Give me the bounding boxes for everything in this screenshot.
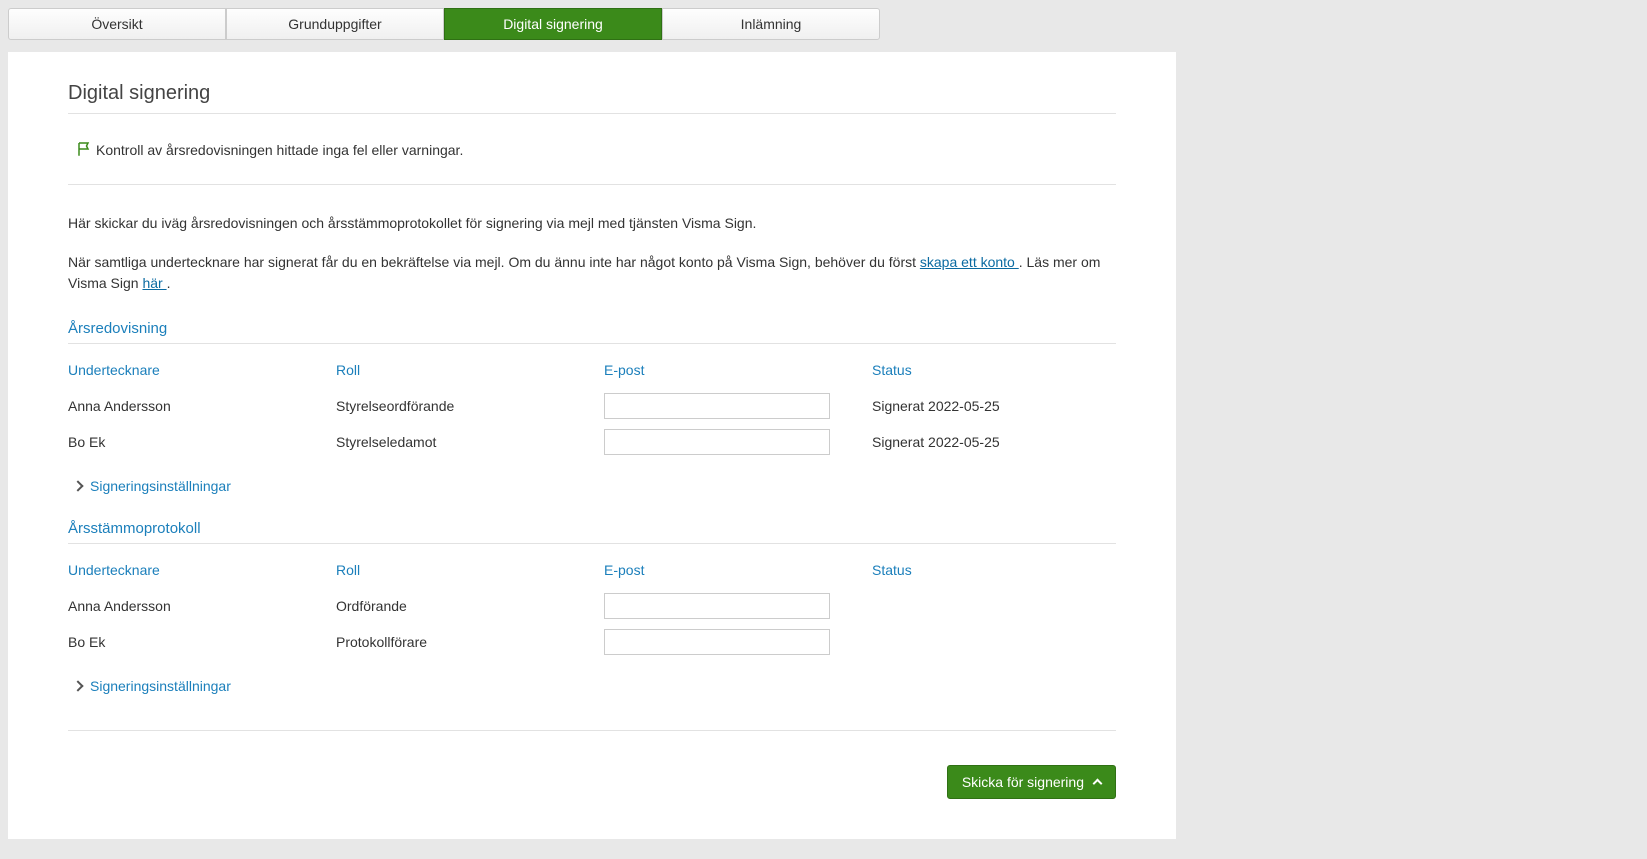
expander-label: Signeringsinställningar: [90, 678, 231, 694]
email-field[interactable]: [604, 393, 830, 419]
signer-status: [872, 637, 1116, 647]
signer-name: Bo Ek: [68, 629, 336, 655]
signer-email-cell: [604, 588, 872, 624]
send-for-signing-button[interactable]: Skicka för signering: [947, 765, 1116, 799]
tab-oversikt[interactable]: Översikt: [8, 8, 226, 40]
col-header-status: Status: [872, 562, 1116, 578]
signer-email-cell: [604, 424, 872, 460]
divider: [68, 730, 1116, 731]
signer-name: Bo Ek: [68, 429, 336, 455]
main-panel: Digital signering Kontroll av årsredovis…: [8, 52, 1176, 839]
intro-text-2a: När samtliga undertecknare har signerat …: [68, 254, 920, 270]
signer-status: [872, 601, 1116, 611]
chevron-up-icon: [1093, 779, 1103, 789]
signing-settings-expander-annual[interactable]: Signeringsinställningar: [68, 478, 231, 494]
protokoll-table: Undertecknare Roll E-post Status Anna An…: [68, 562, 1116, 660]
col-header-role: Roll: [336, 362, 604, 378]
create-account-link[interactable]: skapa ett konto: [920, 254, 1019, 270]
col-header-email: E-post: [604, 562, 872, 578]
col-header-signer: Undertecknare: [68, 562, 336, 578]
signer-email-cell: [604, 624, 872, 660]
button-label: Skicka för signering: [962, 774, 1084, 790]
actions-row: Skicka för signering: [68, 765, 1116, 799]
chevron-right-icon: [72, 480, 83, 491]
flag-icon: [76, 140, 94, 158]
tab-inlamning[interactable]: Inlämning: [662, 8, 880, 40]
email-field[interactable]: [604, 429, 830, 455]
validation-row: Kontroll av årsredovisningen hittade ing…: [68, 114, 1116, 185]
annual-table: Undertecknare Roll E-post Status Anna An…: [68, 362, 1116, 460]
signer-status: Signerat 2022-05-25: [872, 393, 1116, 419]
col-header-status: Status: [872, 362, 1116, 378]
read-more-link[interactable]: här: [142, 275, 166, 291]
signing-settings-expander-protokoll[interactable]: Signeringsinställningar: [68, 678, 231, 694]
section-title-annual: Årsredovisning: [68, 320, 1116, 344]
signer-role: Protokollförare: [336, 629, 604, 655]
signer-role: Styrelseordförande: [336, 393, 604, 419]
intro-paragraph-2: När samtliga undertecknare har signerat …: [68, 252, 1116, 294]
email-field[interactable]: [604, 629, 830, 655]
signer-name: Anna Andersson: [68, 593, 336, 619]
intro-paragraph-1: Här skickar du iväg årsredovisningen och…: [68, 213, 1116, 234]
chevron-right-icon: [72, 680, 83, 691]
signer-email-cell: [604, 388, 872, 424]
tab-digital-signering[interactable]: Digital signering: [444, 8, 662, 40]
signer-name: Anna Andersson: [68, 393, 336, 419]
email-field[interactable]: [604, 593, 830, 619]
section-title-protokoll: Årsstämmoprotokoll: [68, 520, 1116, 544]
signer-status: Signerat 2022-05-25: [872, 429, 1116, 455]
tab-grunduppgifter[interactable]: Grunduppgifter: [226, 8, 444, 40]
intro-text-2c: .: [167, 275, 171, 291]
tab-bar: Översikt Grunduppgifter Digital signerin…: [0, 0, 1647, 40]
validation-text: Kontroll av årsredovisningen hittade ing…: [96, 142, 463, 158]
col-header-signer: Undertecknare: [68, 362, 336, 378]
signer-role: Styrelseledamot: [336, 429, 604, 455]
page-title: Digital signering: [68, 82, 1116, 114]
col-header-role: Roll: [336, 562, 604, 578]
expander-label: Signeringsinställningar: [90, 478, 231, 494]
col-header-email: E-post: [604, 362, 872, 378]
signer-role: Ordförande: [336, 593, 604, 619]
